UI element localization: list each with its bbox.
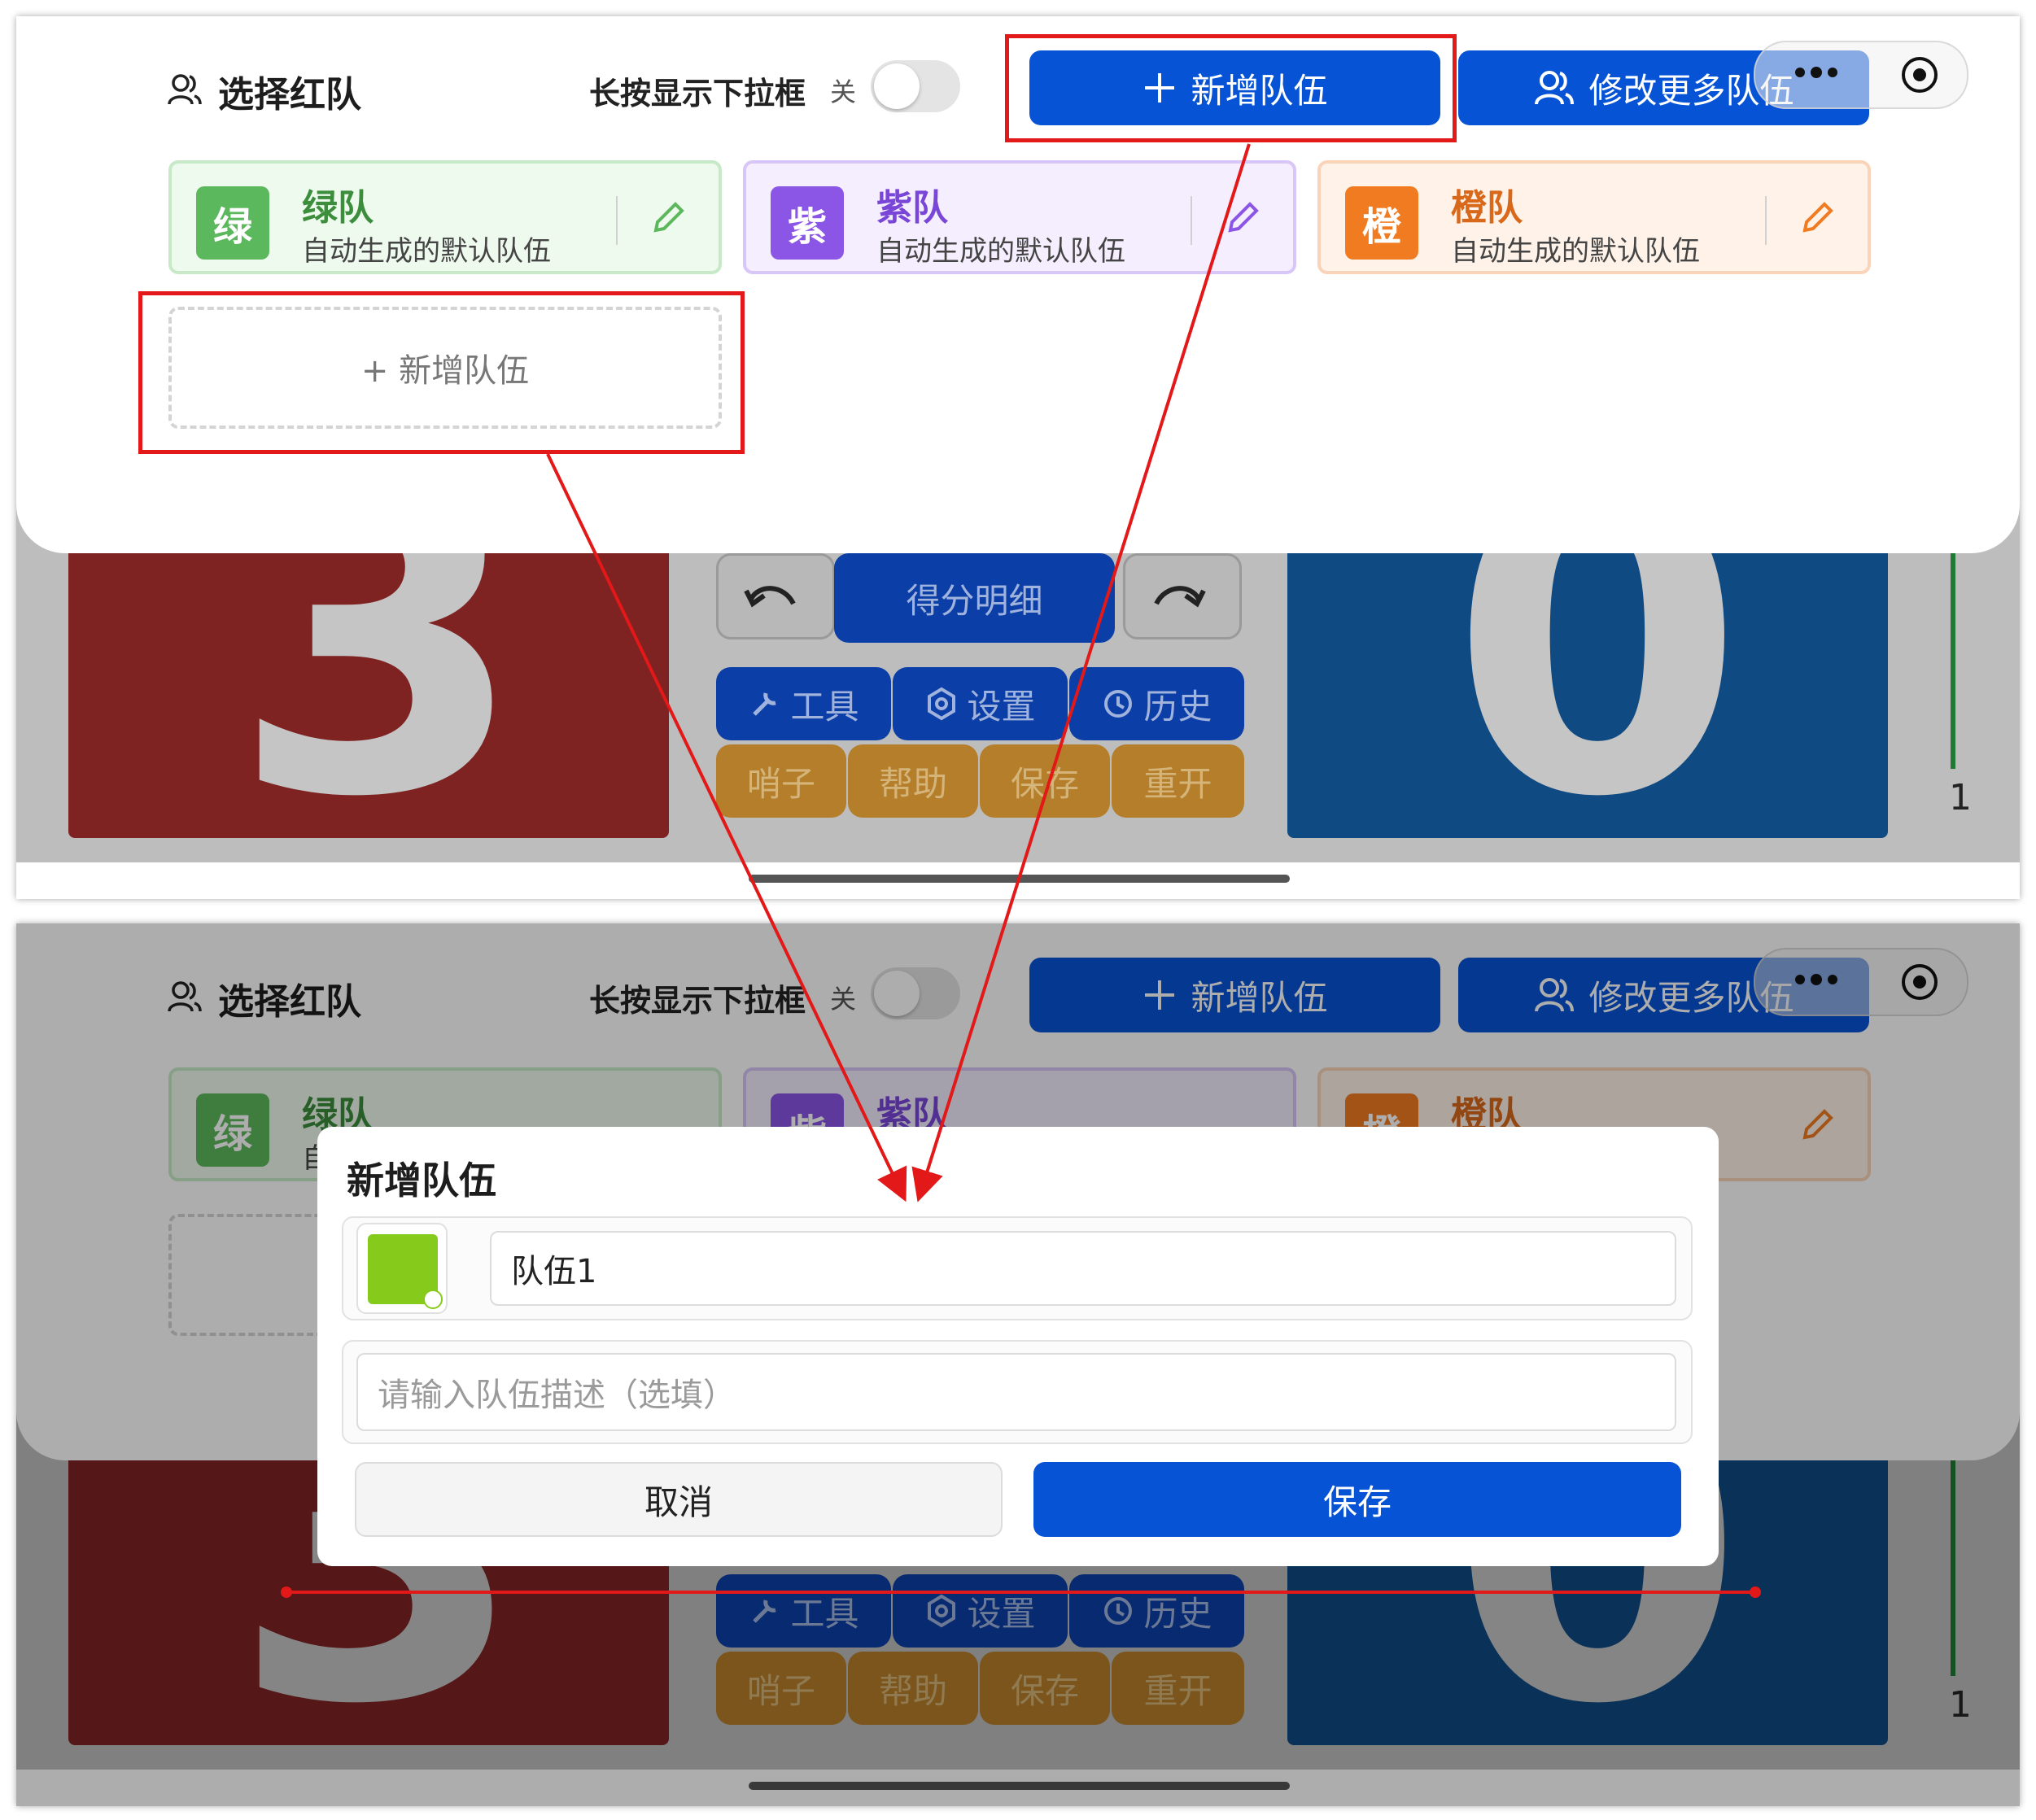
- arrow-from-add-button: [911, 143, 1251, 1202]
- line-end-dot: [281, 1586, 292, 1598]
- line-end-dot: [1750, 1586, 1761, 1598]
- annotation-arrows: [281, 143, 1761, 1598]
- arrow-from-add-card: [546, 453, 907, 1202]
